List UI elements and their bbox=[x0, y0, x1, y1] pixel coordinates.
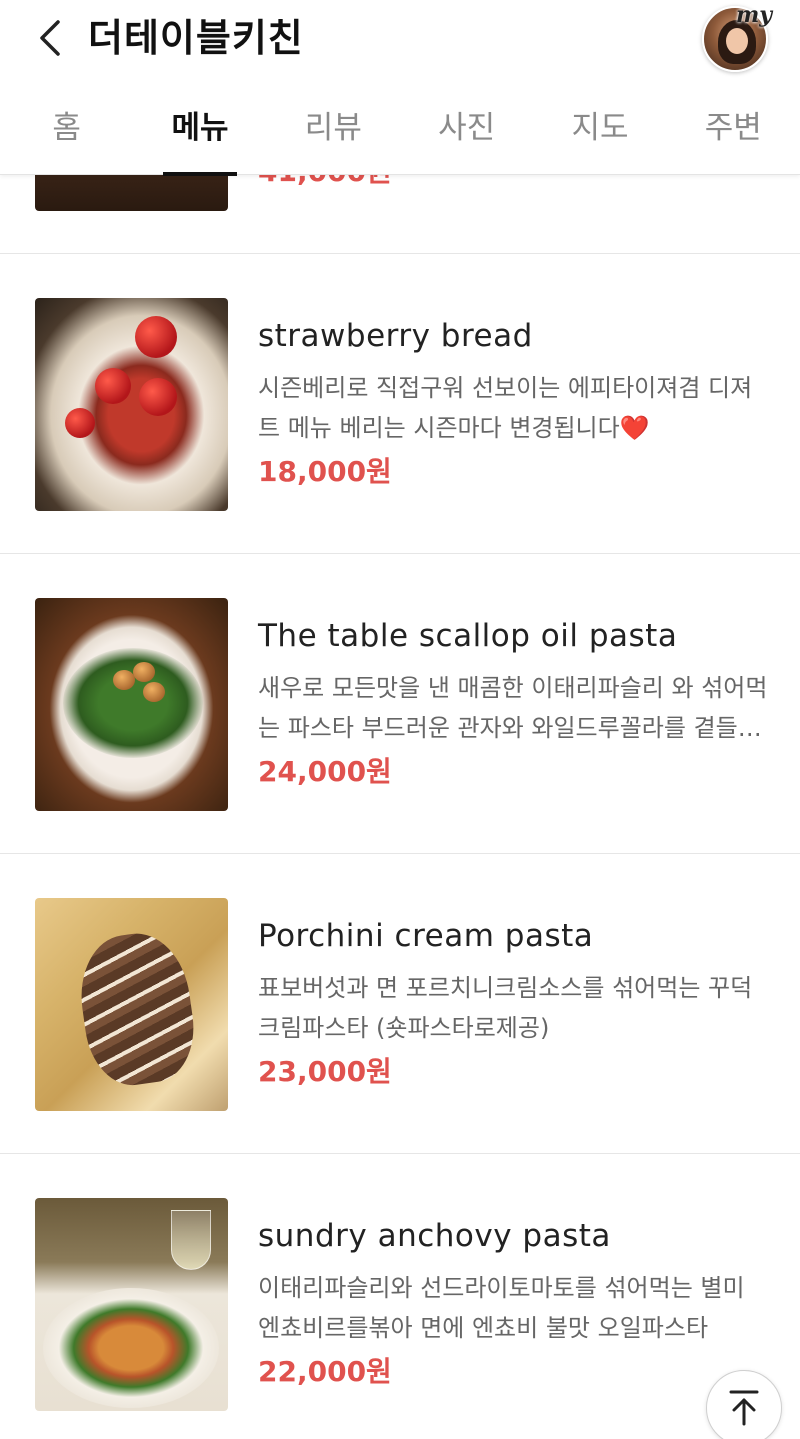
menu-item-name: Porchini cream pasta bbox=[258, 918, 594, 954]
arrow-up-icon bbox=[729, 1390, 759, 1426]
menu-item[interactable]: Porchini cream pasta 표보버섯과 면 포르치니크림소스를 섞… bbox=[0, 854, 800, 1154]
menu-item-description: 새우로 모든맛을 낸 매콤한 이태리파슬리 와 섞어먹는 파스타 부드러운 관자… bbox=[258, 674, 768, 742]
menu-item-price: 24,000원 bbox=[258, 755, 392, 788]
app-header: 더테이블키친 my 홈 메뉴 리뷰 사진 지도 주변 bbox=[0, 0, 800, 176]
tab-photos[interactable]: 사진 bbox=[400, 98, 533, 174]
tab-menu[interactable]: 메뉴 bbox=[133, 98, 266, 176]
menu-item-description: 시즌베리로 직접구워 선보이는 에피타이져겸 디져트 메뉴 베리는 시즌마다 변… bbox=[258, 374, 753, 442]
menu-item[interactable]: sundry anchovy pasta 이태리파슬리와 선드라이토마토를 섞어… bbox=[0, 1154, 800, 1439]
menu-item-price: 22,000원 bbox=[258, 1355, 392, 1388]
tab-bar: 홈 메뉴 리뷰 사진 지도 주변 bbox=[0, 98, 800, 176]
tab-map[interactable]: 지도 bbox=[533, 98, 666, 174]
menu-item[interactable]: strawberry bread 시즌베리로 직접구워 선보이는 에피타이져겸 … bbox=[0, 254, 800, 554]
menu-item-photo bbox=[35, 898, 228, 1111]
menu-item-name: The table scallop oil pasta bbox=[258, 618, 678, 654]
back-button[interactable] bbox=[28, 14, 72, 62]
tab-reviews[interactable]: 리뷰 bbox=[267, 98, 400, 174]
menu-item-photo bbox=[35, 1198, 228, 1411]
menu-item-price: 18,000원 bbox=[258, 455, 392, 488]
page-title: 더테이블키친 bbox=[88, 16, 304, 60]
my-badge: my bbox=[736, 2, 773, 28]
scroll-top-button[interactable] bbox=[706, 1370, 782, 1439]
menu-item-description: 표보버섯과 면 포르치니크림소스를 섞어먹는 꾸덕 크림파스타 (숏파스타로제공… bbox=[258, 974, 753, 1042]
menu-item-photo bbox=[35, 598, 228, 811]
menu-item-name: sundry anchovy pasta bbox=[258, 1218, 611, 1254]
menu-item[interactable]: The table scallop oil pasta 새우로 모든맛을 낸 매… bbox=[0, 554, 800, 854]
chevron-left-icon bbox=[40, 20, 60, 56]
tab-nearby[interactable]: 주변 bbox=[667, 98, 800, 174]
menu-item-photo bbox=[35, 298, 228, 511]
tab-home[interactable]: 홈 bbox=[0, 98, 133, 174]
menu-item-name: strawberry bread bbox=[258, 318, 533, 354]
menu-item-description: 이태리파슬리와 선드라이토마토를 섞어먹는 별미 엔쵸비르를볶아 면에 엔쵸비 … bbox=[258, 1274, 745, 1342]
menu-item-price: 23,000원 bbox=[258, 1055, 392, 1088]
